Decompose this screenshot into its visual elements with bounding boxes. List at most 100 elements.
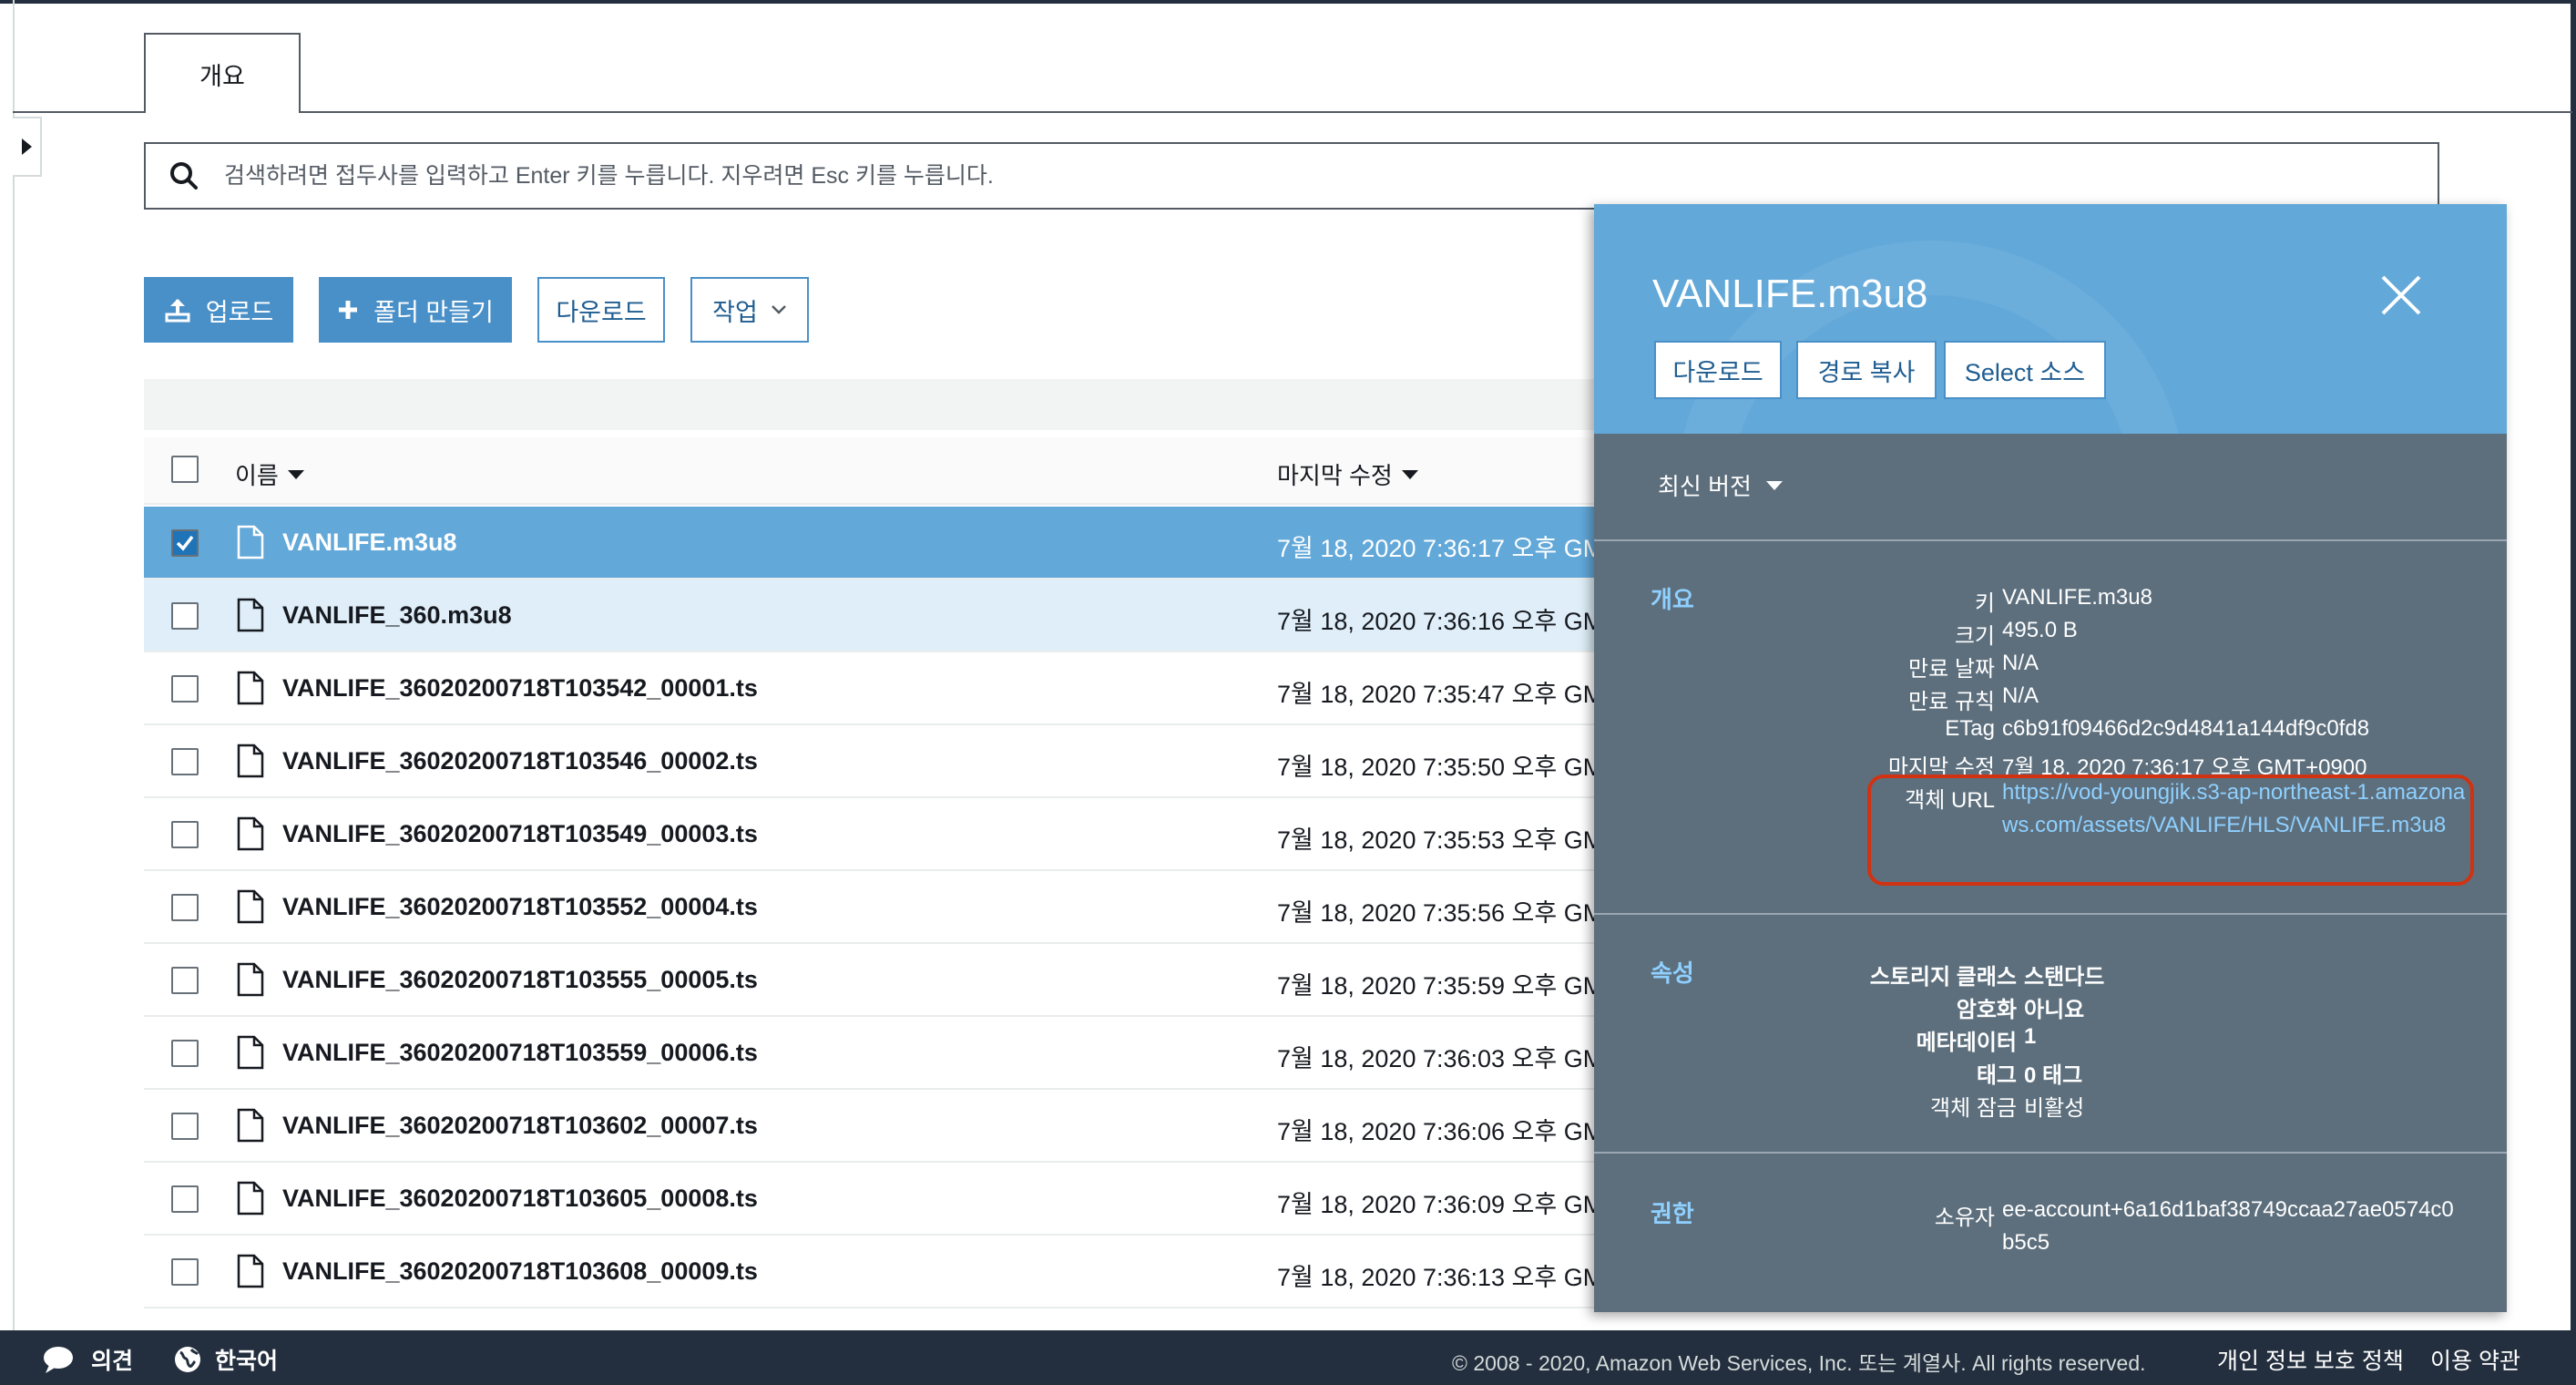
language-label: 한국어 (215, 1349, 279, 1374)
file-modified: 7월 18, 2020 7:36:17 오후 GMT+0900 (1277, 535, 1601, 562)
new-folder-button[interactable]: 폴더 만들기 (319, 277, 512, 343)
expiry-date-label: 만료 날짜 (1908, 657, 1995, 682)
header-decoration (1676, 241, 2186, 434)
plus-icon (337, 299, 359, 321)
column-header-modified[interactable]: 마지막 수정 (1277, 457, 1418, 491)
file-modified: 7월 18, 2020 7:35:50 오후 GMT+0900 (1277, 754, 1601, 781)
select-source-button[interactable]: Select 소스 (1944, 341, 2106, 399)
sidebar-toggle[interactable] (13, 117, 42, 177)
file-name-link[interactable]: VANLIFE_36020200718T103605_00008.ts (282, 1185, 758, 1213)
table-row[interactable]: VANLIFE_36020200718T103542_00001.ts 7월 1… (144, 652, 1601, 725)
table-row[interactable]: VANLIFE_36020200718T103602_00007.ts 7월 1… (144, 1090, 1601, 1163)
actions-dropdown[interactable]: 작업 (690, 277, 809, 343)
footer: 의견 한국어 © 2008 - 2020, Amazon Web Service… (0, 1330, 2576, 1385)
section-overview-title: 개요 (1651, 586, 1694, 613)
row-checkbox[interactable] (171, 529, 199, 557)
file-name-link[interactable]: VANLIFE_36020200718T103552_00004.ts (282, 893, 758, 921)
row-checkbox[interactable] (171, 967, 199, 994)
file-name-link[interactable]: VANLIFE_36020200718T103559_00006.ts (282, 1039, 758, 1067)
file-name-link[interactable]: VANLIFE_36020200718T103542_00001.ts (282, 674, 758, 703)
row-checkbox[interactable] (171, 1258, 199, 1286)
copyright-text: © 2008 - 2020, Amazon Web Services, Inc.… (1452, 1351, 2146, 1375)
row-checkbox[interactable] (171, 1040, 199, 1067)
privacy-link[interactable]: 개인 정보 보호 정책 (2217, 1343, 2404, 1376)
panel-title: VANLIFE.m3u8 (1652, 272, 1928, 316)
section-properties-title: 속성 (1651, 959, 1694, 987)
file-icon (237, 962, 264, 997)
table-row[interactable]: VANLIFE_36020200718T103555_00005.ts 7월 1… (144, 944, 1601, 1017)
divider (1594, 1152, 2507, 1154)
object-detail-panel: VANLIFE.m3u8 다운로드 경로 복사 Select 소스 최신 버전 … (1594, 204, 2507, 1312)
row-checkbox[interactable] (171, 894, 199, 921)
metadata-label: 메타데이터 (1916, 1031, 2017, 1055)
column-header-name[interactable]: 이름 (235, 457, 304, 491)
row-checkbox[interactable] (171, 602, 199, 630)
row-checkbox[interactable] (171, 675, 199, 703)
version-dropdown[interactable]: 최신 버전 (1658, 468, 1783, 502)
file-modified: 7월 18, 2020 7:35:47 오후 GMT+0900 (1277, 681, 1601, 708)
row-checkbox[interactable] (171, 748, 199, 775)
file-modified: 7월 18, 2020 7:35:59 오후 GMT+0900 (1277, 972, 1601, 1000)
file-name-link[interactable]: VANLIFE_360.m3u8 (282, 601, 512, 630)
row-checkbox[interactable] (171, 821, 199, 848)
download-label: 다운로드 (556, 298, 647, 326)
upload-icon (164, 296, 191, 323)
storage-class-label: 스토리지 클래스 (1869, 965, 2017, 990)
key-label: 키 (1974, 591, 1995, 616)
right-border (2571, 0, 2576, 1330)
table-row[interactable]: VANLIFE_36020200718T103559_00006.ts 7월 1… (144, 1017, 1601, 1090)
table-toolbar-strip (144, 379, 1601, 430)
file-modified: 7월 18, 2020 7:35:56 오후 GMT+0900 (1277, 899, 1601, 927)
file-name-link[interactable]: VANLIFE_36020200718T103555_00005.ts (282, 966, 758, 994)
table-row[interactable]: VANLIFE_36020200718T103608_00009.ts 7월 1… (144, 1236, 1601, 1308)
table-row[interactable]: VANLIFE_360.m3u8 7월 18, 2020 7:36:16 오후 … (144, 580, 1601, 652)
file-icon (237, 744, 264, 778)
expiry-date-value: N/A (2002, 651, 2039, 675)
table-row[interactable]: VANLIFE_36020200718T103549_00003.ts 7월 1… (144, 798, 1601, 871)
tab-overview[interactable]: 개요 (144, 33, 301, 113)
sort-caret-icon (1401, 469, 1418, 479)
file-modified: 7월 18, 2020 7:35:53 오후 GMT+0900 (1277, 826, 1601, 854)
actions-label: 작업 (712, 298, 758, 326)
new-folder-label: 폴더 만들기 (373, 298, 494, 326)
select-all-checkbox[interactable] (171, 456, 199, 483)
feedback-link[interactable]: 의견 (42, 1343, 133, 1376)
search-bar (144, 142, 2439, 210)
table-row[interactable]: VANLIFE.m3u8 7월 18, 2020 7:36:17 오후 GMT+… (144, 507, 1601, 580)
panel-download-button[interactable]: 다운로드 (1654, 341, 1782, 399)
table-row[interactable]: VANLIFE_36020200718T103546_00002.ts 7월 1… (144, 725, 1601, 798)
highlight-annotation (1867, 775, 2474, 886)
search-input[interactable] (224, 162, 1499, 190)
file-name-link[interactable]: VANLIFE_36020200718T103608_00009.ts (282, 1257, 758, 1286)
table-row[interactable]: VANLIFE_36020200718T103605_00008.ts 7월 1… (144, 1163, 1601, 1236)
key-value: VANLIFE.m3u8 (2002, 585, 2152, 610)
upload-label: 업로드 (205, 298, 274, 326)
close-icon[interactable] (2377, 272, 2425, 319)
panel-download-label: 다운로드 (1672, 358, 1763, 386)
chevron-down-icon (1765, 480, 1783, 490)
download-button[interactable]: 다운로드 (537, 277, 665, 343)
row-checkbox[interactable] (171, 1113, 199, 1140)
file-modified: 7월 18, 2020 7:36:06 오후 GMT+0900 (1277, 1118, 1601, 1145)
file-name-link[interactable]: VANLIFE_36020200718T103549_00003.ts (282, 820, 758, 848)
expiry-rule-label: 만료 규칙 (1908, 690, 1995, 714)
file-icon (237, 525, 264, 559)
row-checkbox[interactable] (171, 1185, 199, 1213)
encryption-label: 암호화 (1956, 998, 2017, 1022)
section-permissions-title: 권한 (1651, 1200, 1694, 1227)
file-name-link[interactable]: VANLIFE.m3u8 (282, 528, 457, 557)
file-icon (237, 889, 264, 924)
file-name-link[interactable]: VANLIFE_36020200718T103602_00007.ts (282, 1112, 758, 1140)
copy-path-button[interactable]: 경로 복사 (1796, 341, 1937, 399)
file-icon (237, 1254, 264, 1288)
select-source-label: Select 소스 (1964, 358, 2086, 386)
etag-value: c6b91f09466d2c9d4841a144df9c0fd8 (2002, 716, 2370, 741)
upload-button[interactable]: 업로드 (144, 277, 293, 343)
column-header-name-label: 이름 (235, 462, 279, 489)
table-row[interactable]: VANLIFE_36020200718T103552_00004.ts 7월 1… (144, 871, 1601, 944)
terms-link[interactable]: 이용 약관 (2430, 1343, 2520, 1376)
language-selector[interactable]: 한국어 (173, 1343, 278, 1376)
file-modified: 7월 18, 2020 7:36:13 오후 GMT+0900 (1277, 1264, 1601, 1291)
etag-label: ETag (1945, 716, 1995, 741)
file-name-link[interactable]: VANLIFE_36020200718T103546_00002.ts (282, 747, 758, 775)
